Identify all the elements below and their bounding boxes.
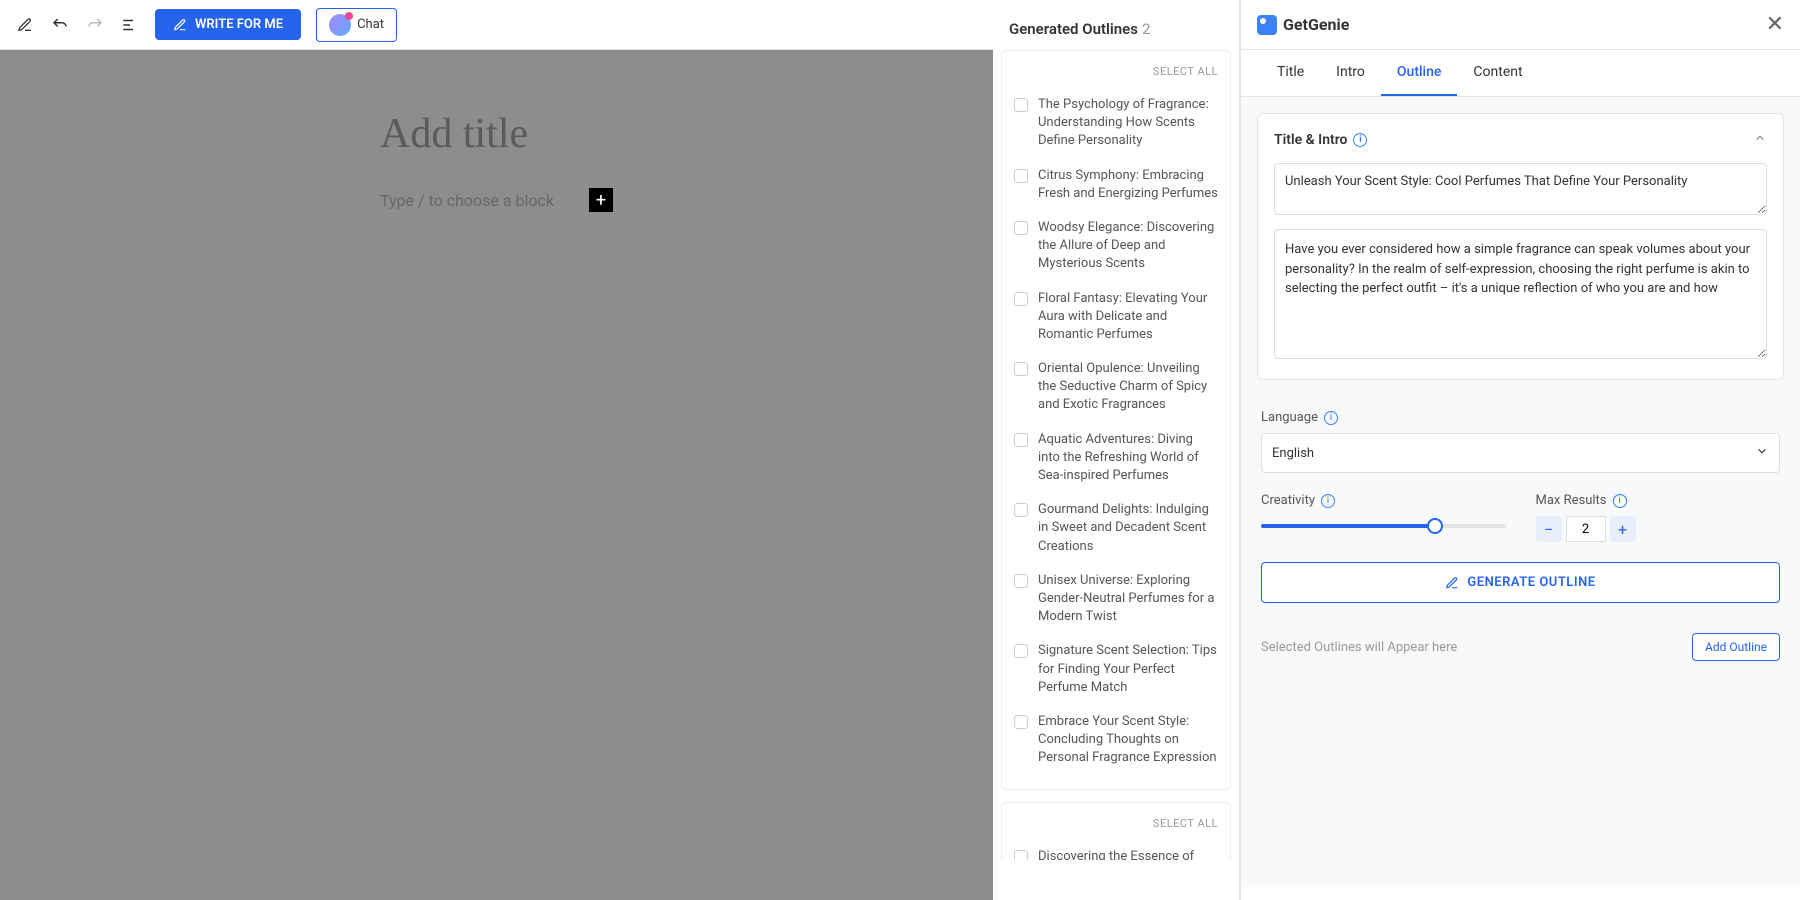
tabs: Title Intro Outline Content	[1241, 50, 1800, 97]
close-button[interactable]: ✕	[1766, 12, 1784, 37]
outline-item-text: Discovering the Essence of	[1038, 848, 1194, 860]
outline-checkbox[interactable]	[1014, 433, 1028, 447]
outline-item[interactable]: Unisex Universe: Exploring Gender-Neutra…	[1014, 564, 1218, 635]
outlines-count: 2	[1142, 20, 1150, 38]
max-results-label: Max Results i	[1536, 493, 1781, 508]
outline-item[interactable]: Discovering the Essence of	[1014, 840, 1218, 860]
outline-checkbox[interactable]	[1014, 221, 1028, 235]
outline-item-text: Aquatic Adventures: Diving into the Refr…	[1038, 431, 1218, 486]
language-select[interactable]: English	[1261, 433, 1780, 473]
select-all-button[interactable]: SELECT ALL	[1014, 65, 1218, 78]
redo-icon[interactable]	[85, 15, 105, 35]
brand: GetGenie	[1257, 15, 1766, 35]
creativity-label: Creativity i	[1261, 493, 1506, 508]
outline-item[interactable]: Signature Scent Selection: Tips for Find…	[1014, 634, 1218, 705]
outline-item-text: Oriental Opulence: Unveiling the Seducti…	[1038, 360, 1218, 415]
outline-item-text: Embrace Your Scent Style: Concluding Tho…	[1038, 713, 1218, 768]
info-icon[interactable]: i	[1324, 411, 1338, 425]
outlines-scroll[interactable]: SELECT ALL The Psychology of Fragrance: …	[993, 50, 1239, 860]
creativity-slider[interactable]	[1261, 516, 1506, 536]
tab-content[interactable]: Content	[1457, 50, 1538, 96]
outline-item-text: Citrus Symphony: Embracing Fresh and Ene…	[1038, 167, 1218, 203]
outline-item[interactable]: Oriental Opulence: Unveiling the Seducti…	[1014, 352, 1218, 423]
outline-item-text: Unisex Universe: Exploring Gender-Neutra…	[1038, 572, 1218, 627]
outline-item[interactable]: Floral Fantasy: Elevating Your Aura with…	[1014, 282, 1218, 353]
chat-button[interactable]: Chat	[316, 8, 397, 42]
selected-outlines-placeholder: Selected Outlines will Appear here	[1261, 640, 1457, 655]
outline-item-text: Floral Fantasy: Elevating Your Aura with…	[1038, 290, 1218, 345]
outline-card: SELECT ALL The Psychology of Fragrance: …	[1001, 50, 1231, 790]
max-results-value[interactable]	[1566, 516, 1606, 542]
outline-item-text: The Psychology of Fragrance: Understandi…	[1038, 96, 1218, 151]
max-results-stepper: − +	[1536, 516, 1781, 542]
edit-icon[interactable]	[15, 15, 35, 35]
chevron-down-icon	[1755, 444, 1769, 462]
add-outline-button[interactable]: Add Outline	[1692, 633, 1780, 661]
tab-intro[interactable]: Intro	[1320, 50, 1381, 96]
info-icon[interactable]: i	[1613, 494, 1627, 508]
outline-card: SELECT ALL Discovering the Essence of	[1001, 802, 1231, 860]
outline-item[interactable]: Woodsy Elegance: Discovering the Allure …	[1014, 211, 1218, 282]
intro-field[interactable]	[1274, 229, 1767, 359]
editor-area: Add title Type / to choose a block +	[0, 50, 993, 900]
write-for-me-label: WRITE FOR ME	[195, 17, 283, 32]
outline-checkbox[interactable]	[1014, 715, 1028, 729]
outline-checkbox[interactable]	[1014, 292, 1028, 306]
block-placeholder[interactable]: Type / to choose a block	[380, 191, 589, 210]
outline-item-text: Woodsy Elegance: Discovering the Allure …	[1038, 219, 1218, 274]
language-label: Language i	[1261, 410, 1780, 425]
outline-item[interactable]: The Psychology of Fragrance: Understandi…	[1014, 88, 1218, 159]
increment-button[interactable]: +	[1610, 516, 1636, 542]
sidebar-body: Title & Intro i Language i English Crea	[1241, 97, 1800, 887]
outline-item[interactable]: Citrus Symphony: Embracing Fresh and Ene…	[1014, 159, 1218, 211]
outline-item-text: Gourmand Delights: Indulging in Sweet an…	[1038, 501, 1218, 556]
outline-checkbox[interactable]	[1014, 169, 1028, 183]
outline-checkbox[interactable]	[1014, 362, 1028, 376]
write-for-me-button[interactable]: WRITE FOR ME	[155, 9, 301, 40]
outlines-header: Generated Outlines2	[993, 0, 1239, 50]
select-all-button[interactable]: SELECT ALL	[1014, 817, 1218, 830]
outline-item[interactable]: Aquatic Adventures: Diving into the Refr…	[1014, 423, 1218, 494]
chat-avatar-icon	[329, 14, 351, 36]
title-intro-header: Title & Intro i	[1274, 132, 1367, 148]
outline-item-text: Signature Scent Selection: Tips for Find…	[1038, 642, 1218, 697]
outline-item[interactable]: Embrace Your Scent Style: Concluding Tho…	[1014, 705, 1218, 776]
title-intro-card: Title & Intro i	[1257, 113, 1784, 380]
brand-icon	[1257, 15, 1277, 35]
getgenie-sidebar: GetGenie ✕ Title Intro Outline Content T…	[1240, 0, 1800, 900]
add-block-button[interactable]: +	[589, 188, 613, 212]
undo-icon[interactable]	[50, 15, 70, 35]
decrement-button[interactable]: −	[1536, 516, 1562, 542]
tab-outline[interactable]: Outline	[1381, 50, 1458, 96]
title-input[interactable]: Add title	[380, 110, 613, 158]
outline-checkbox[interactable]	[1014, 98, 1028, 112]
outline-checkbox[interactable]	[1014, 850, 1028, 860]
outline-checkbox[interactable]	[1014, 574, 1028, 588]
info-icon[interactable]: i	[1321, 494, 1335, 508]
outline-checkbox[interactable]	[1014, 644, 1028, 658]
chevron-up-icon[interactable]	[1753, 130, 1767, 149]
outline-checkbox[interactable]	[1014, 503, 1028, 517]
outlines-panel: Generated Outlines2 SELECT ALL The Psych…	[993, 0, 1240, 900]
chat-label: Chat	[357, 17, 384, 32]
list-view-icon[interactable]	[120, 15, 140, 35]
info-icon[interactable]: i	[1353, 133, 1367, 147]
tab-title[interactable]: Title	[1261, 50, 1320, 96]
generate-outline-button[interactable]: GENERATE OUTLINE	[1261, 562, 1780, 603]
outline-item[interactable]: Gourmand Delights: Indulging in Sweet an…	[1014, 493, 1218, 564]
title-field[interactable]	[1274, 163, 1767, 215]
